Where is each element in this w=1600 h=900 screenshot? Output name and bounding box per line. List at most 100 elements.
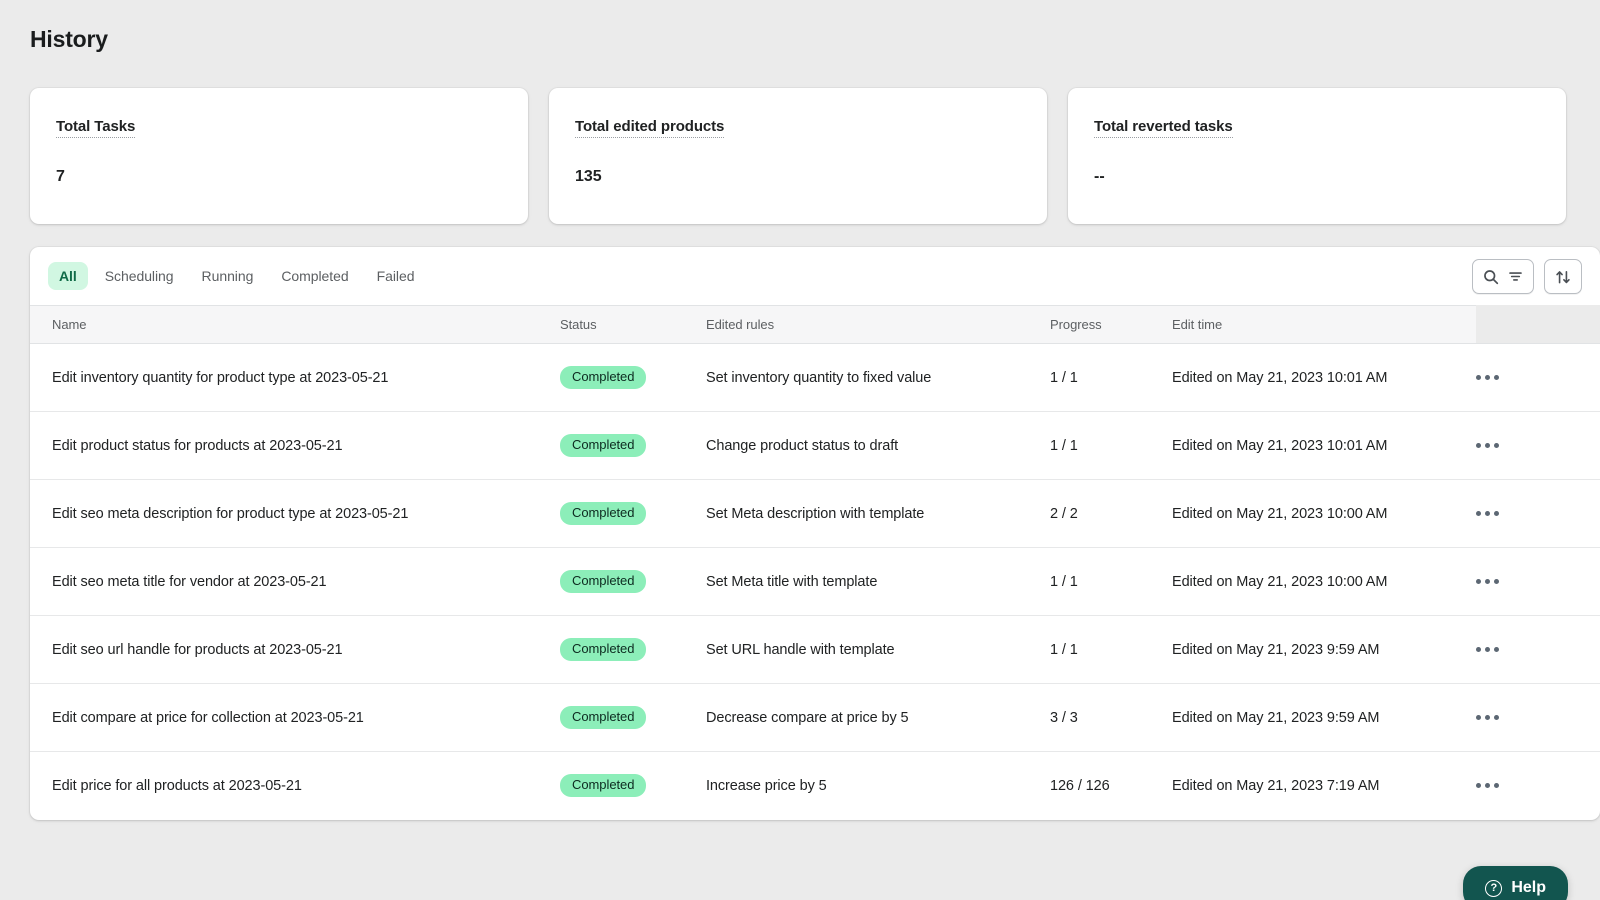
table-header-row: Name Status Edited rules Progress Edit t… [30,305,1600,344]
status-badge: Completed [560,705,647,730]
stat-label-total-edited-products[interactable]: Total edited products [575,118,724,138]
filter-icon [1507,268,1524,285]
cell-edit-time: Edited on May 21, 2023 9:59 AM [1172,615,1476,684]
sort-icon [1554,268,1572,286]
table-body: Edit inventory quantity for product type… [30,343,1600,820]
cell-status: Completed [560,479,706,548]
help-button[interactable]: ? Help [1463,866,1568,900]
table-row[interactable]: Edit compare at price for collection at … [30,683,1600,752]
toolbar-actions [1472,259,1582,294]
cell-status: Completed [560,683,706,752]
row-actions-menu-icon[interactable] [1476,443,1506,448]
status-badge: Completed [560,774,647,798]
cell-status: Completed [560,411,706,480]
table-toolbar: All Scheduling Running Completed Failed [30,247,1600,305]
tab-all[interactable]: All [48,262,88,290]
cell-actions [1476,547,1600,616]
column-header-rules[interactable]: Edited rules [706,305,1050,344]
status-filter-tabs: All Scheduling Running Completed Failed [48,262,425,290]
cell-task-name[interactable]: Edit seo meta title for vendor at 2023-0… [30,547,560,616]
row-actions-menu-icon[interactable] [1476,579,1506,584]
table-head: Name Status Edited rules Progress Edit t… [30,305,1600,344]
stat-card-total-reverted-tasks: Total reverted tasks -- [1068,88,1566,224]
cell-progress: 1 / 1 [1050,343,1172,412]
help-button-label: Help [1511,879,1546,896]
history-table: Name Status Edited rules Progress Edit t… [30,305,1600,820]
column-header-name[interactable]: Name [30,305,560,344]
cell-edited-rules: Change product status to draft [706,411,1050,480]
stat-label-total-tasks[interactable]: Total Tasks [56,118,135,138]
tab-scheduling[interactable]: Scheduling [94,262,185,290]
row-actions-menu-icon[interactable] [1476,647,1506,652]
cell-progress: 3 / 3 [1050,683,1172,752]
cell-status: Completed [560,547,706,616]
cell-edit-time: Edited on May 21, 2023 10:00 AM [1172,479,1476,548]
cell-progress: 1 / 1 [1050,615,1172,684]
status-badge: Completed [560,637,647,662]
cell-edited-rules: Set inventory quantity to fixed value [706,343,1050,412]
status-badge: Completed [560,501,647,526]
cell-edit-time: Edited on May 21, 2023 7:19 AM [1172,777,1380,794]
tab-completed[interactable]: Completed [270,262,359,290]
cell-edit-time: Edited on May 21, 2023 10:01 AM [1172,411,1476,480]
cell-task-name[interactable]: Edit compare at price for collection at … [30,683,560,752]
table-row[interactable]: Edit seo url handle for products at 2023… [30,615,1600,684]
table-row[interactable]: Edit seo meta description for product ty… [30,479,1600,548]
cell-status: Completed [560,752,706,820]
tab-failed[interactable]: Failed [366,262,426,290]
cell-actions [1476,683,1600,752]
row-actions-menu-icon[interactable] [1476,511,1506,516]
page-title: History [30,26,108,52]
table-row[interactable]: Edit price for all products at 2023-05-2… [30,752,1600,820]
column-header-time[interactable]: Edit time [1172,305,1476,344]
cell-progress: 126 / 126 [1050,777,1110,794]
cell-task-name[interactable]: Edit product status for products at 2023… [30,411,560,480]
cell-task-name[interactable]: Edit price for all products at 2023-05-2… [30,752,560,820]
cell-task-name[interactable]: Edit seo meta description for product ty… [30,479,560,548]
cell-progress: 2 / 2 [1050,479,1172,548]
stat-card-total-tasks: Total Tasks 7 [30,88,528,224]
table-row[interactable]: Edit seo meta title for vendor at 2023-0… [30,547,1600,616]
cell-edited-rules: Set Meta description with template [706,479,1050,548]
cell-edit-time: Edited on May 21, 2023 10:01 AM [1172,343,1476,412]
table-row[interactable]: Edit product status for products at 2023… [30,411,1600,480]
cell-edited-rules: Set Meta title with template [706,547,1050,616]
cell-edited-rules: Decrease compare at price by 5 [706,683,1050,752]
row-actions-menu-icon[interactable] [1476,783,1506,789]
search-icon [1482,268,1500,286]
row-actions-menu-icon[interactable] [1476,715,1506,720]
sort-button[interactable] [1544,259,1582,294]
cell-actions [1476,615,1600,684]
stat-card-total-edited-products: Total edited products 135 [549,88,1047,224]
cell-edit-time: Edited on May 21, 2023 9:59 AM [1172,683,1476,752]
column-header-status[interactable]: Status [560,305,706,344]
question-mark-icon: ? [1485,879,1503,897]
search-and-filter-button[interactable] [1472,259,1534,294]
stat-value-total-reverted-tasks: -- [1094,168,1105,185]
cell-actions [1476,411,1600,480]
row-actions-menu-icon[interactable] [1476,375,1506,380]
cell-edited-rules: Increase price by 5 [706,777,827,794]
stat-value-total-tasks: 7 [56,168,65,185]
status-badge: Completed [560,365,647,390]
cell-task-name[interactable]: Edit inventory quantity for product type… [30,343,560,412]
cell-task-name[interactable]: Edit seo url handle for products at 2023… [30,615,560,684]
stat-value-total-edited-products: 135 [575,168,602,185]
cell-edit-time: Edited on May 21, 2023 10:00 AM [1172,547,1476,616]
table-row[interactable]: Edit inventory quantity for product type… [30,343,1600,412]
cell-actions [1476,343,1600,412]
tasks-table-card: All Scheduling Running Completed Failed [30,247,1600,820]
status-badge: Completed [560,433,647,458]
cell-actions [1476,752,1600,820]
cell-actions [1476,479,1600,548]
status-badge: Completed [560,569,647,594]
stats-row: Total Tasks 7 Total edited products 135 … [30,88,1600,224]
tab-running[interactable]: Running [191,262,265,290]
column-header-actions [1476,305,1600,344]
history-page: History Total Tasks 7 Total edited produ… [0,0,1600,900]
column-header-progress[interactable]: Progress [1050,305,1172,344]
stat-label-total-reverted-tasks[interactable]: Total reverted tasks [1094,118,1233,138]
cell-edited-rules: Set URL handle with template [706,615,1050,684]
cell-progress: 1 / 1 [1050,547,1172,616]
cell-status: Completed [560,615,706,684]
